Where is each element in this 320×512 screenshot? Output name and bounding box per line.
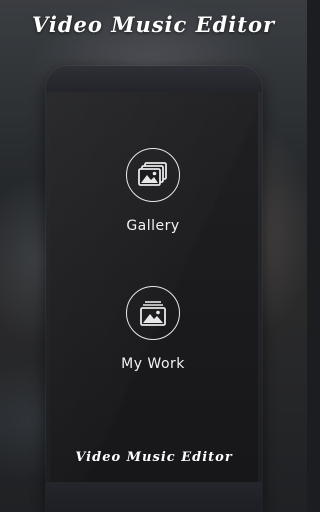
my-work-icon-circle[interactable]: [126, 286, 180, 340]
app-title: Video Music Editor: [31, 12, 276, 37]
app-screen: Video Music Editor Gallery My Work Video…: [0, 0, 307, 512]
phone-top-bar: [46, 66, 262, 92]
photo-album-icon: [140, 301, 166, 326]
my-work-label: My Work: [121, 356, 185, 372]
gallery-button[interactable]: Gallery: [73, 148, 233, 234]
phone-bottom-bar: [46, 482, 262, 512]
gallery-stack-icon: [138, 162, 167, 186]
gallery-icon-circle[interactable]: [126, 148, 180, 202]
footer-title: Video Music Editor: [75, 450, 233, 465]
my-work-button[interactable]: My Work: [73, 286, 233, 372]
gallery-label: Gallery: [126, 218, 180, 234]
